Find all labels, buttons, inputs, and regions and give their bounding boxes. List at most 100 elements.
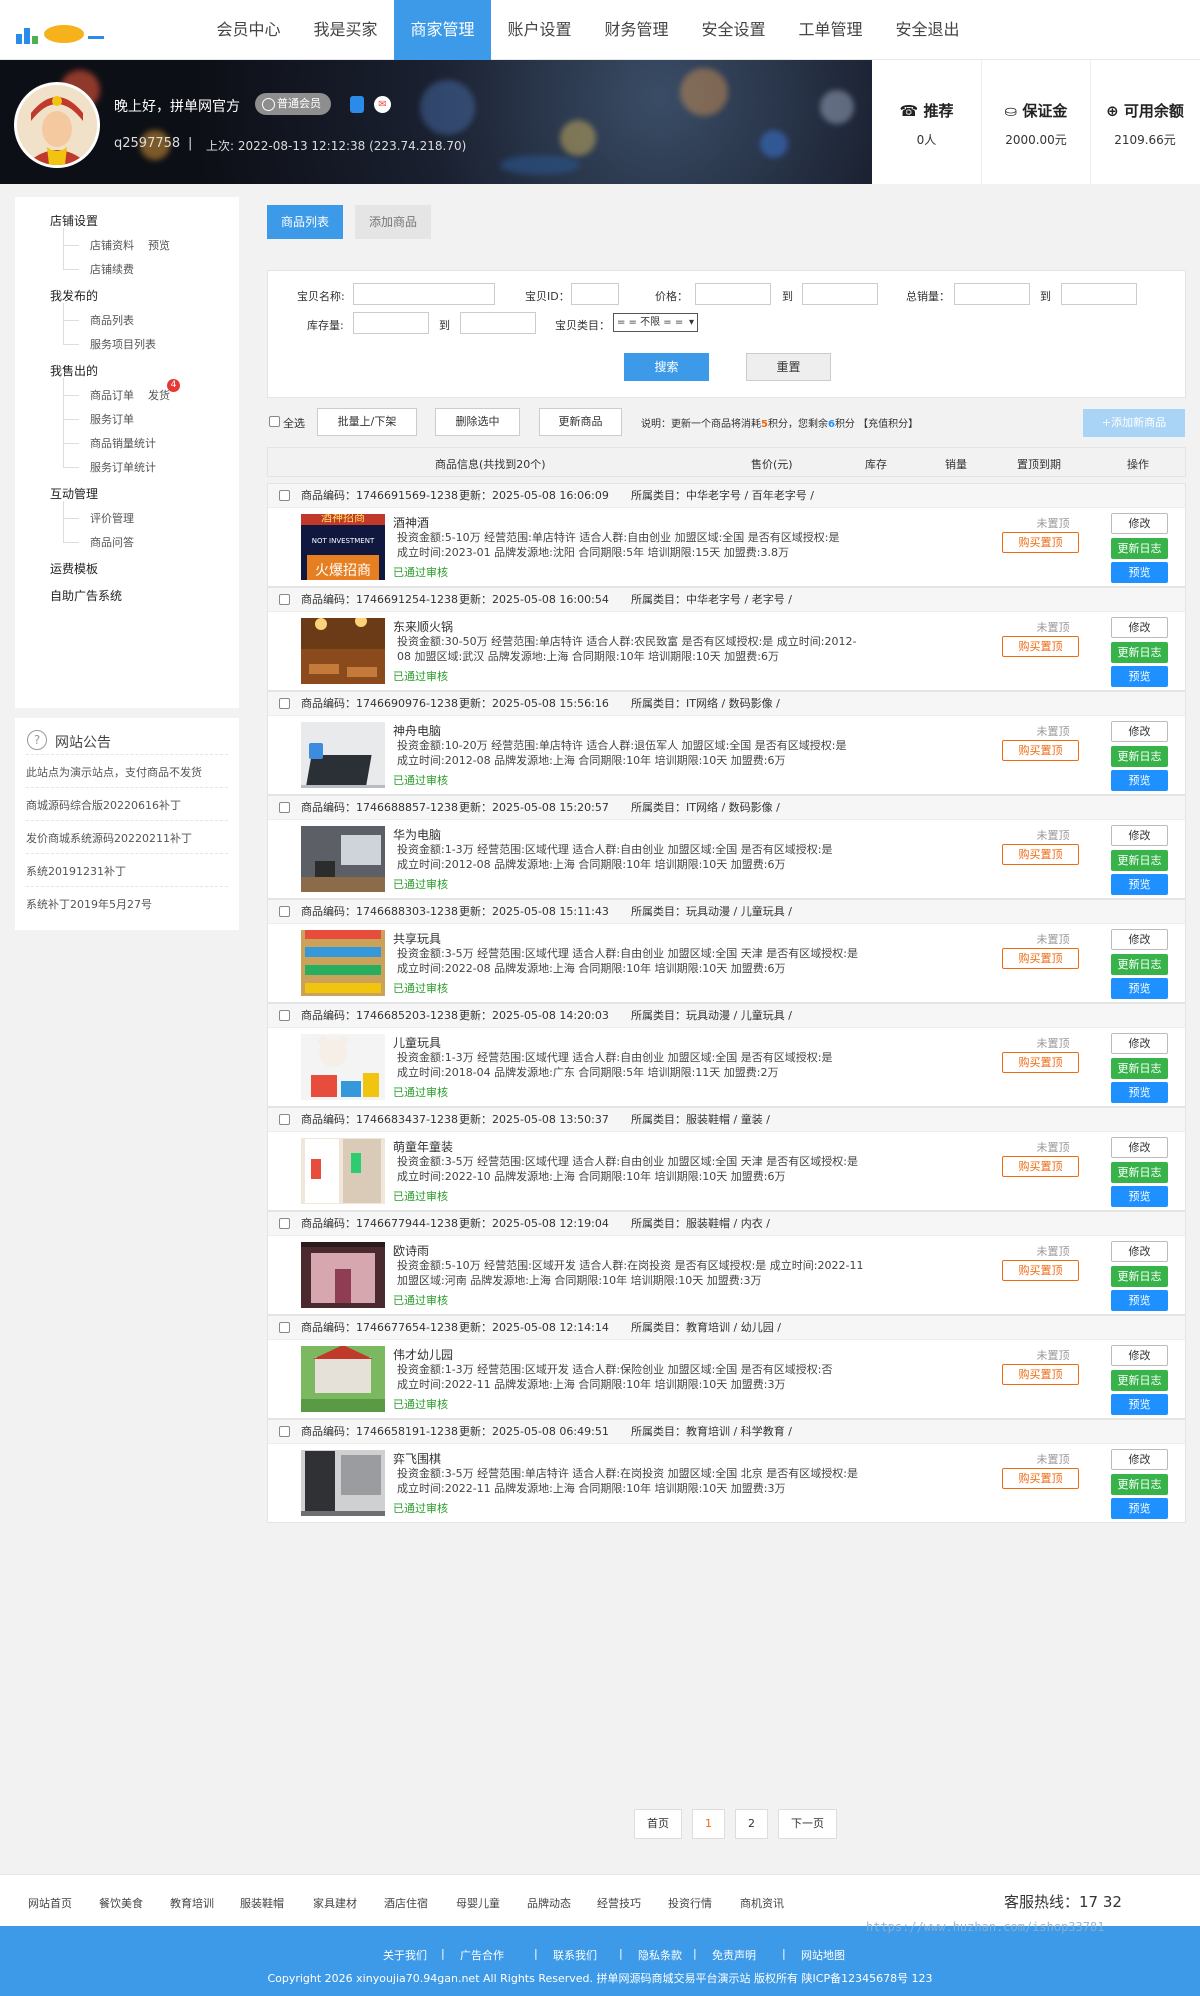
tab-goods-list[interactable]: 商品列表 [267, 205, 344, 239]
preview-button[interactable]: 预览 [1111, 1186, 1168, 1207]
row-checkbox[interactable] [279, 802, 290, 813]
preview-button[interactable]: 预览 [1111, 562, 1168, 583]
buy-top-button[interactable]: 购买置顶 [1002, 1156, 1079, 1177]
preview-button[interactable]: 预览 [1111, 1394, 1168, 1415]
page-button[interactable]: 1 [692, 1809, 725, 1839]
row-checkbox[interactable] [279, 1322, 290, 1333]
preview-button[interactable]: 预览 [1111, 978, 1168, 999]
row-checkbox[interactable] [279, 1114, 290, 1125]
goods-thumbnail[interactable] [301, 1242, 385, 1308]
goods-name[interactable]: 东来顺火锅 [393, 618, 453, 635]
price-max-input[interactable] [802, 283, 878, 305]
buy-top-button[interactable]: 购买置顶 [1002, 948, 1079, 969]
bulk-toggle-button[interactable]: 批量上/下架 [317, 408, 417, 436]
select-all-checkbox[interactable] [269, 416, 280, 427]
buy-top-button[interactable]: 购买置顶 [1002, 636, 1079, 657]
goods-thumbnail[interactable] [301, 1138, 385, 1204]
sidebar-group-title[interactable]: 店铺设置 [50, 212, 98, 229]
footer-link[interactable]: 网站地图 [801, 1947, 845, 1963]
footer-link[interactable]: 品牌动态 [527, 1895, 571, 1911]
notice-item[interactable]: 此站点为演示站点，支付商品不发货 [26, 764, 228, 780]
update-log-button[interactable]: 更新日志 [1111, 954, 1168, 975]
preview-button[interactable]: 预览 [1111, 1290, 1168, 1311]
footer-link[interactable]: 联系我们 [553, 1947, 597, 1963]
preview-button[interactable]: 预览 [1111, 874, 1168, 895]
update-log-button[interactable]: 更新日志 [1111, 538, 1168, 559]
footer-link[interactable]: 免责声明 [712, 1947, 756, 1963]
page-button[interactable]: 2 [735, 1809, 768, 1839]
stat-balance[interactable]: ⊕ 可用余额 2109.66元 [1090, 60, 1199, 184]
footer-link[interactable]: 母婴儿童 [456, 1895, 500, 1911]
stat-referral[interactable]: ☎ 推荐 0人 [872, 60, 981, 184]
footer-link[interactable]: 家具建材 [313, 1895, 357, 1911]
goods-thumbnail[interactable] [301, 826, 385, 892]
nav-item[interactable]: 安全退出 [879, 0, 976, 60]
edit-button[interactable]: 修改 [1111, 1345, 1168, 1366]
nav-item[interactable]: 安全设置 [685, 0, 782, 60]
update-log-button[interactable]: 更新日志 [1111, 850, 1168, 871]
buy-top-button[interactable]: 购买置顶 [1002, 1052, 1079, 1073]
name-input[interactable] [353, 283, 495, 305]
preview-button[interactable]: 预览 [1111, 666, 1168, 687]
footer-link[interactable]: 关于我们 [383, 1947, 427, 1963]
goods-name[interactable]: 儿童玩具 [393, 1034, 441, 1051]
sidebar-group-title[interactable]: 我发布的 [50, 287, 98, 304]
footer-link[interactable]: 网站首页 [28, 1895, 72, 1911]
buy-top-button[interactable]: 购买置顶 [1002, 740, 1079, 761]
goods-name[interactable]: 萌童年童装 [393, 1138, 453, 1155]
sidebar-item[interactable]: 商品订单 [90, 387, 134, 403]
row-checkbox[interactable] [279, 1426, 290, 1437]
nav-item[interactable]: 会员中心 [200, 0, 297, 60]
sidebar-group-title[interactable]: 我售出的 [50, 362, 98, 379]
mobile-verified-icon[interactable] [350, 96, 364, 113]
row-checkbox[interactable] [279, 1010, 290, 1021]
category-select[interactable]: = = 不限 = = ▾ [613, 313, 698, 332]
stock-min-input[interactable] [353, 312, 429, 334]
preview-button[interactable]: 预览 [1111, 1082, 1168, 1103]
stat-deposit[interactable]: ⛀ 保证金 2000.00元 [981, 60, 1090, 184]
edit-button[interactable]: 修改 [1111, 513, 1168, 534]
site-logo[interactable] [14, 14, 106, 46]
refresh-goods-button[interactable]: 更新商品 [539, 408, 622, 436]
row-checkbox[interactable] [279, 490, 290, 501]
footer-link[interactable]: 广告合作 [460, 1947, 504, 1963]
buy-top-button[interactable]: 购买置顶 [1002, 532, 1079, 553]
footer-link[interactable]: 酒店住宿 [384, 1895, 428, 1911]
edit-button[interactable]: 修改 [1111, 1033, 1168, 1054]
nav-item[interactable]: 商家管理 [394, 0, 491, 60]
recharge-link[interactable]: 积分 【充值积分】 [835, 419, 918, 430]
search-button[interactable]: 搜索 [624, 353, 709, 381]
footer-link[interactable]: 教育培训 [170, 1895, 214, 1911]
buy-top-button[interactable]: 购买置顶 [1002, 1364, 1079, 1385]
sidebar-item[interactable]: 服务项目列表 [90, 336, 156, 352]
edit-button[interactable]: 修改 [1111, 1449, 1168, 1470]
row-checkbox[interactable] [279, 906, 290, 917]
footer-link[interactable]: 投资行情 [668, 1895, 712, 1911]
sidebar-item[interactable]: 服务订单 [90, 411, 134, 427]
goods-thumbnail[interactable] [301, 722, 385, 788]
id-input[interactable] [571, 283, 619, 305]
stock-max-input[interactable] [460, 312, 536, 334]
sidebar-item[interactable]: 商品列表 [90, 312, 134, 328]
row-checkbox[interactable] [279, 594, 290, 605]
sidebar-item-action[interactable]: 预览 [148, 237, 170, 253]
sales-max-input[interactable] [1061, 283, 1137, 305]
avatar[interactable] [14, 82, 100, 168]
update-log-button[interactable]: 更新日志 [1111, 1266, 1168, 1287]
footer-link[interactable]: 经营技巧 [597, 1895, 641, 1911]
goods-name[interactable]: 弈飞围棋 [393, 1450, 441, 1467]
goods-name[interactable]: 华为电脑 [393, 826, 441, 843]
buy-top-button[interactable]: 购买置顶 [1002, 844, 1079, 865]
goods-thumbnail[interactable] [301, 1034, 385, 1100]
nav-item[interactable]: 账户设置 [491, 0, 588, 60]
buy-top-button[interactable]: 购买置顶 [1002, 1260, 1079, 1281]
goods-name[interactable]: 酒神酒 [393, 514, 429, 531]
update-log-button[interactable]: 更新日志 [1111, 1474, 1168, 1495]
price-min-input[interactable] [695, 283, 771, 305]
goods-thumbnail[interactable]: 酒神招商 NOT INVESTMENT 火爆招商 [301, 514, 385, 580]
footer-link[interactable]: 餐饮美食 [99, 1895, 143, 1911]
goods-thumbnail[interactable] [301, 930, 385, 996]
add-goods-button[interactable]: +添加新商品 [1083, 409, 1185, 437]
sidebar-item[interactable]: 商品销量统计 [90, 435, 156, 451]
sidebar-item[interactable]: 评价管理 [90, 510, 134, 526]
